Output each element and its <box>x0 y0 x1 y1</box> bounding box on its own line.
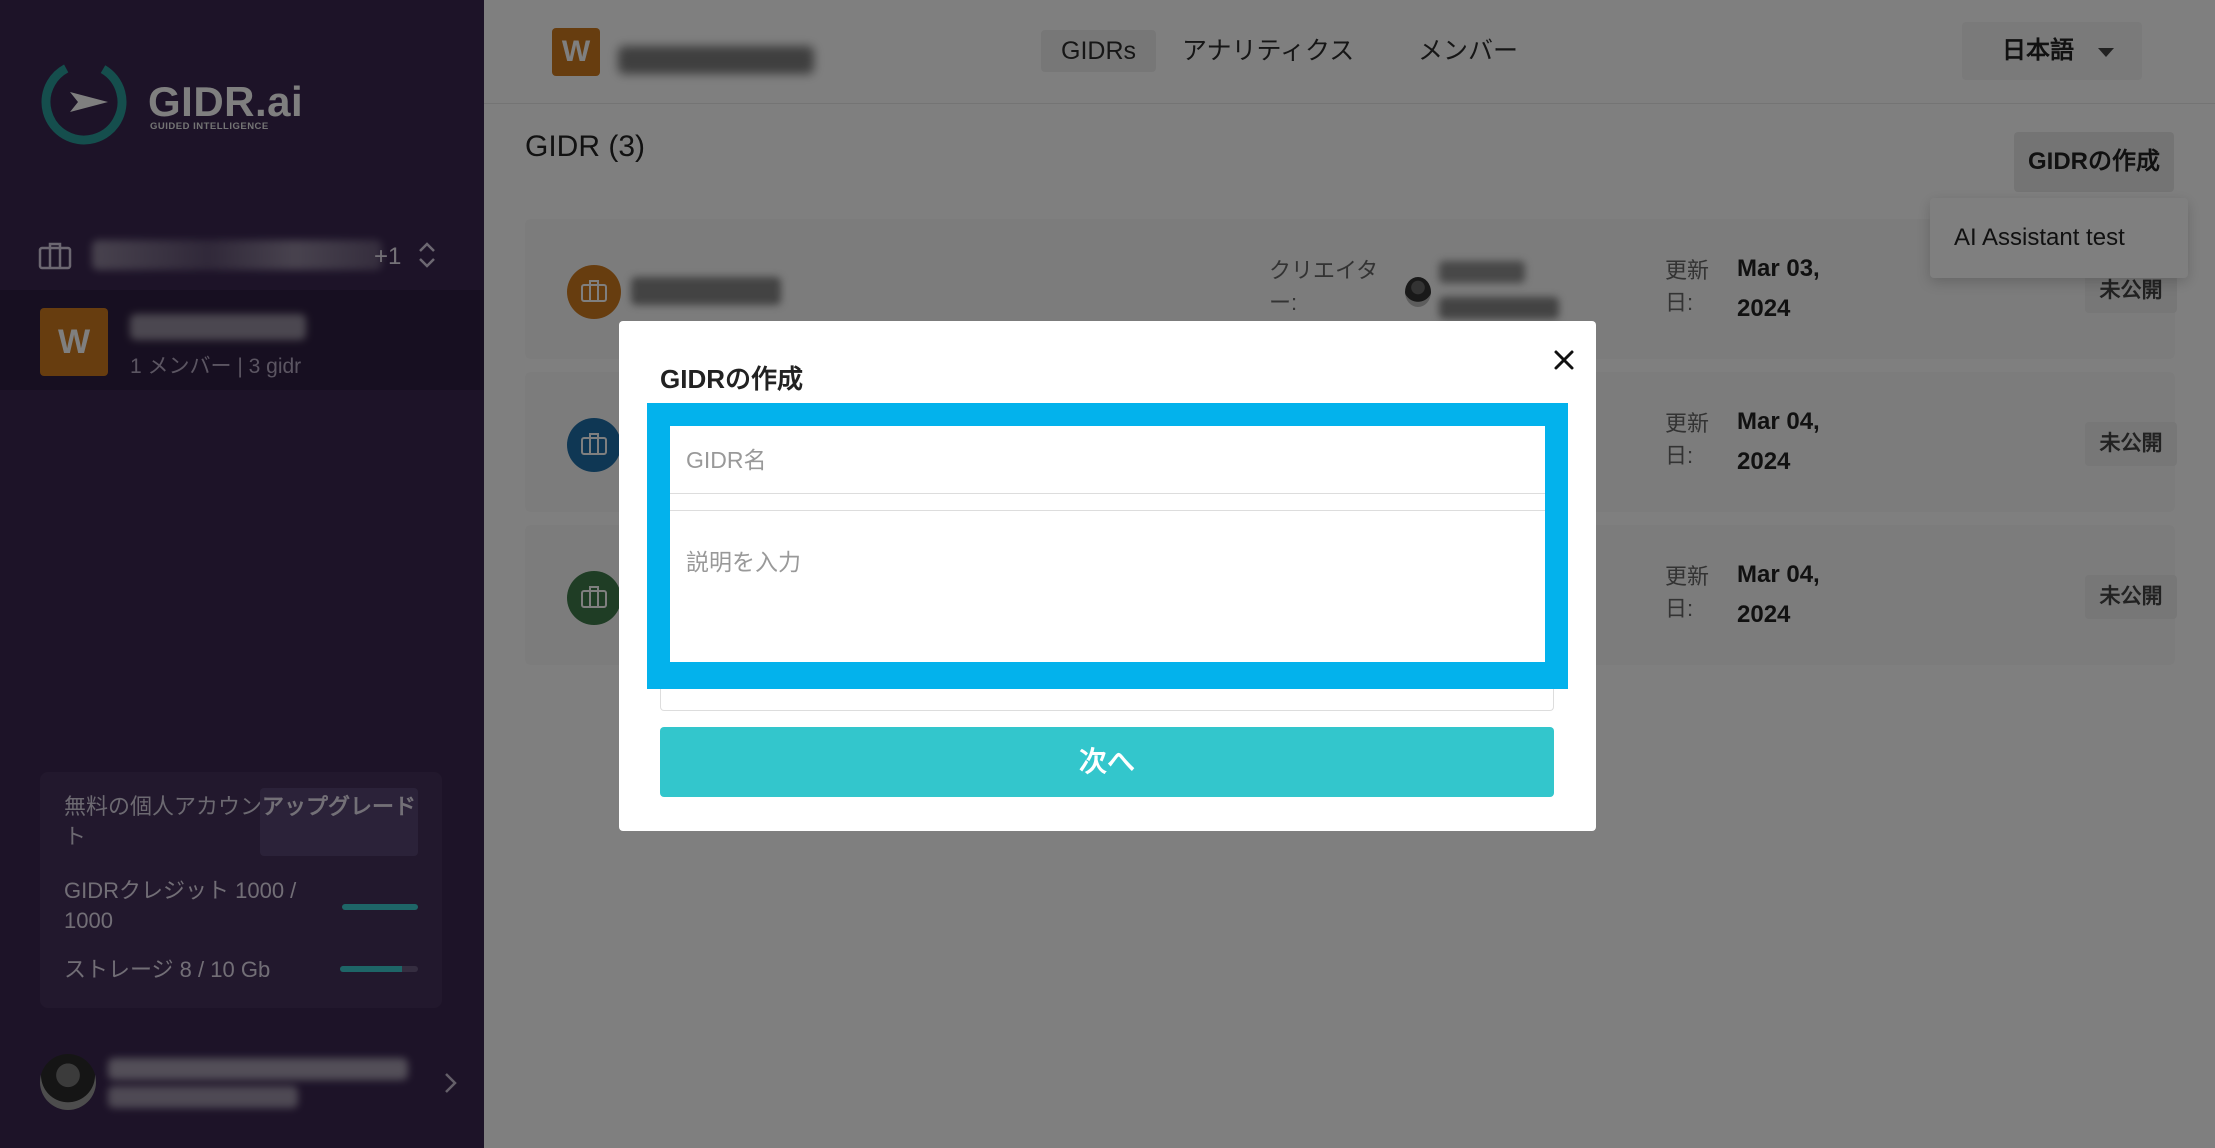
gidr-name-input[interactable]: GIDR名 <box>670 426 1545 494</box>
field-underline <box>660 689 1554 711</box>
highlight-frame: GIDR名 説明を入力 <box>647 403 1568 689</box>
close-icon[interactable] <box>1547 343 1581 377</box>
description-textarea[interactable]: 説明を入力 <box>670 511 1545 661</box>
modal-title: GIDRの作成 <box>660 364 804 394</box>
create-gidr-modal: GIDRの作成 GIDR名 説明を入力 次へ <box>619 321 1596 831</box>
form-fields: GIDR名 説明を入力 <box>670 426 1545 662</box>
next-button[interactable]: 次へ <box>660 727 1554 797</box>
